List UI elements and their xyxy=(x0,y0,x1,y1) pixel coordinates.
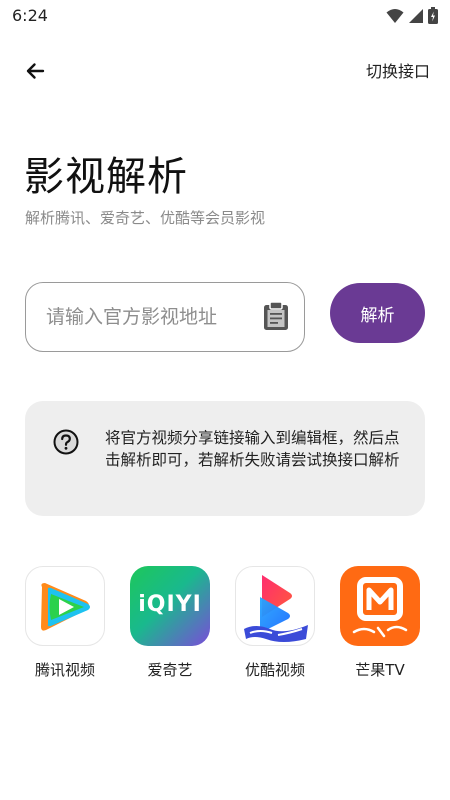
page-title: 影视解析 xyxy=(24,154,188,200)
clipboard-icon[interactable] xyxy=(262,301,290,331)
wifi-icon xyxy=(386,8,404,23)
switch-interface-button[interactable]: 切换接口 xyxy=(366,58,430,82)
status-bar: 6:24 xyxy=(0,0,450,32)
back-button[interactable] xyxy=(18,54,52,88)
parse-button[interactable]: 解析 xyxy=(330,283,425,343)
page-subtitle: 解析腾讯、爱奇艺、优酷等会员影视 xyxy=(25,209,266,227)
platform-label: 芒果TV xyxy=(355,661,405,679)
platform-label: 腾讯视频 xyxy=(34,661,95,679)
tip-card: 将官方视频分享链接输入到编辑框，然后点击解析即可，若解析失败请尝试换接口解析 xyxy=(25,401,425,516)
battery-icon xyxy=(428,7,438,24)
platform-label: 优酷视频 xyxy=(244,661,305,679)
iqiyi-logo-icon: iQIYI xyxy=(130,566,210,646)
tip-text: 将官方视频分享链接输入到编辑框，然后点击解析即可，若解析失败请尝试换接口解析 xyxy=(105,429,400,469)
signal-icon xyxy=(409,8,423,23)
platform-tencent-video[interactable]: 腾讯视频 xyxy=(25,566,105,680)
help-icon xyxy=(53,429,79,455)
arrow-left-icon xyxy=(26,63,45,79)
platform-mango-tv[interactable]: 芒果TV xyxy=(340,566,420,680)
url-input-container xyxy=(25,282,305,352)
status-time: 6:24 xyxy=(12,6,48,25)
youku-logo-icon xyxy=(235,566,315,646)
platform-youku[interactable]: 优酷视频 xyxy=(235,566,315,680)
iqiyi-logo-text: iQIYI xyxy=(138,592,202,617)
url-input[interactable] xyxy=(46,283,256,350)
platform-label: 爱奇艺 xyxy=(147,661,193,679)
tencent-video-logo-icon xyxy=(25,566,105,646)
mango-tv-logo-icon xyxy=(340,566,420,646)
platform-iqiyi[interactable]: iQIYI 爱奇艺 xyxy=(130,566,210,680)
platform-list: 腾讯视频 iQIYI 爱奇艺 优酷视频 芒果TV xyxy=(25,566,425,686)
app-bar: 切换接口 xyxy=(0,48,450,92)
status-icons xyxy=(386,7,438,24)
